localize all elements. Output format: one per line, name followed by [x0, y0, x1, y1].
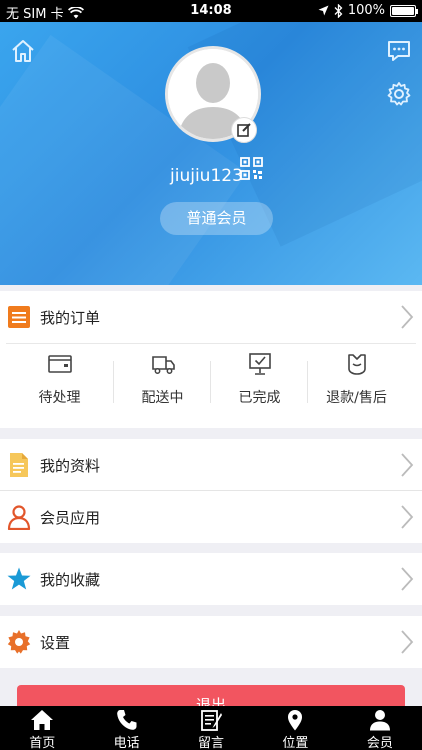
- member-apps-label: 会员应用: [40, 508, 101, 527]
- qr-code-icon[interactable]: [240, 157, 263, 180]
- settings-label: 设置: [40, 633, 71, 652]
- star-icon: [7, 567, 31, 590]
- location-icon: [288, 710, 303, 731]
- profile-header: jiujiu123 普通会员: [0, 22, 422, 285]
- pending-label: 待处理: [38, 390, 81, 406]
- settings-gear-icon[interactable]: [386, 81, 412, 107]
- location-arrow-icon: [318, 5, 329, 16]
- edit-avatar-button[interactable]: [231, 117, 257, 143]
- chevron-right-icon: [401, 505, 414, 529]
- wallet-icon: [47, 355, 72, 373]
- tab-message-label: 留言: [198, 736, 225, 750]
- member-level-badge[interactable]: 普通会员: [160, 202, 273, 235]
- home-icon: [31, 710, 54, 730]
- status-bar: 无 SIM 卡 14:08 100%: [0, 0, 422, 22]
- tab-phone-label: 电话: [113, 736, 140, 750]
- refund-label: 退款/售后: [326, 390, 387, 406]
- chevron-right-icon: [401, 453, 414, 477]
- refund-icon: [347, 354, 366, 375]
- my-profile-label: 我的资料: [40, 456, 101, 475]
- chevron-right-icon: [401, 567, 414, 591]
- order-status-refund[interactable]: 退款/售后: [304, 351, 409, 419]
- bluetooth-icon: [334, 3, 343, 18]
- member-icon: [369, 710, 390, 731]
- my-favorites-label: 我的收藏: [40, 570, 101, 589]
- tab-phone[interactable]: 电话: [84, 706, 168, 750]
- chevron-right-icon: [401, 630, 414, 654]
- completed-label: 已完成: [238, 390, 281, 406]
- person-icon: [7, 505, 31, 530]
- order-status-pending[interactable]: 待处理: [7, 351, 112, 419]
- username: jiujiu123: [170, 166, 243, 186]
- tab-location-label: 位置: [282, 736, 309, 750]
- battery-percent: 100%: [347, 3, 385, 18]
- message-icon: [201, 710, 223, 731]
- chevron-right-icon: [401, 305, 414, 329]
- edit-icon: [237, 123, 251, 137]
- my-profile-row[interactable]: 我的资料: [0, 439, 422, 491]
- tab-member[interactable]: 会员: [338, 706, 422, 750]
- bottom-tab-bar: 首页 电话 留言 位置 会员: [0, 706, 422, 750]
- order-status-completed[interactable]: 已完成: [207, 351, 312, 419]
- tab-message[interactable]: 留言: [169, 706, 253, 750]
- home-icon[interactable]: [10, 38, 36, 64]
- phone-icon: [116, 710, 137, 730]
- order-status-delivering[interactable]: 配送中: [110, 351, 215, 419]
- tab-home[interactable]: 首页: [0, 706, 84, 750]
- truck-icon: [151, 356, 175, 374]
- orders-card: 我的订单 待处理 配送中 已完成 退款/售后: [0, 291, 422, 428]
- my-orders-row[interactable]: 我的订单: [0, 291, 422, 343]
- monitor-check-icon: [248, 353, 271, 375]
- orders-list-icon: [8, 306, 30, 328]
- my-orders-label: 我的订单: [40, 308, 101, 327]
- document-icon: [10, 453, 28, 477]
- tab-location[interactable]: 位置: [253, 706, 337, 750]
- chat-icon[interactable]: [386, 38, 412, 64]
- delivering-label: 配送中: [141, 390, 184, 406]
- battery-icon: [390, 4, 418, 17]
- gear-icon: [7, 630, 31, 654]
- divider: [6, 343, 416, 344]
- member-apps-row[interactable]: 会员应用: [0, 491, 422, 543]
- settings-row[interactable]: 设置: [0, 616, 422, 668]
- tab-home-label: 首页: [29, 736, 56, 750]
- my-favorites-row[interactable]: 我的收藏: [0, 553, 422, 605]
- tab-member-label: 会员: [366, 736, 393, 750]
